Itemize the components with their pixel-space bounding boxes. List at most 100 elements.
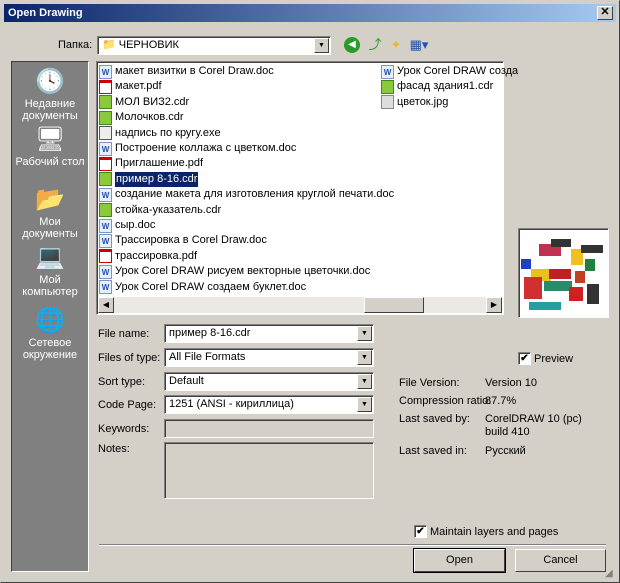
folder-value: ЧЕРНОВИК [118, 39, 179, 51]
folder-select[interactable]: 📁 ЧЕРНОВИК ▼ [97, 36, 331, 55]
chevron-down-icon[interactable]: ▼ [357, 374, 372, 389]
place-label: Недавние документы [22, 98, 78, 122]
cdr-file-icon [99, 110, 112, 125]
cdr-file-icon [99, 172, 112, 187]
file-item[interactable]: Wсоздание макета для изготовления кругло… [99, 187, 394, 202]
file-item[interactable]: W Построение коллажа с цветком.doc [99, 141, 296, 156]
file-name: макет визитки в Corel Draw.doc [115, 65, 274, 77]
scroll-thumb[interactable] [364, 297, 424, 313]
chevron-down-icon[interactable]: ▼ [314, 38, 329, 53]
file-name: пример 8-16.cdr [115, 171, 199, 187]
chevron-down-icon[interactable]: ▼ [357, 326, 372, 341]
doc-file-icon: W [381, 64, 394, 79]
file-item[interactable]: надпись по кругу.exe [99, 126, 221, 141]
file-item[interactable]: макет.pdf [99, 79, 162, 94]
file-name: Приглашение.pdf [115, 157, 204, 170]
place-1[interactable]: 🖥 Рабочий стол [12, 126, 88, 168]
title-bar: Open Drawing ✕ [4, 4, 616, 22]
file-item[interactable]: МОЛ ВИЗ2.cdr [99, 95, 189, 110]
last-saved-in-label: Last saved in: [399, 445, 467, 457]
file-name: Молочков.cdr [115, 111, 184, 124]
place-icon: 🖥 [35, 126, 66, 153]
file-name: фасад здания1.cdr [397, 80, 494, 93]
place-label: Сетевое окружение [22, 337, 78, 361]
file-item[interactable]: W Урок Corel DRAW создаем буклет.doc [99, 280, 306, 295]
file-name: Урок Corel DRAW создаем буклет.doc [115, 280, 307, 293]
compression-ratio-value: 87.7% [485, 395, 517, 407]
chevron-down-icon[interactable]: ▼ [357, 397, 372, 412]
place-4[interactable]: 🌐 Сетевое окружение [12, 307, 88, 361]
file-name: Урок Corel DRAW рисуем векторные цветочк… [115, 265, 371, 278]
preview-checkbox[interactable]: ✔ [518, 352, 531, 365]
last-saved-in-value: Русский [485, 445, 526, 457]
file-item[interactable]: Приглашение.pdf [99, 156, 203, 171]
compression-ratio-label: Compression ratio: [399, 395, 492, 407]
pdf-file-icon [99, 249, 112, 264]
file-name-label: File name: [98, 328, 150, 340]
drawing-preview-image [521, 239, 603, 310]
notes-label: Notes: [98, 443, 130, 455]
maintain-layers-checkbox[interactable]: ✔ [414, 525, 427, 538]
file-item[interactable]: W Урок Corel DRAW созда [381, 64, 518, 79]
file-name: макет.pdf [115, 80, 162, 93]
preview-label[interactable]: Preview [534, 353, 573, 365]
file-item[interactable]: Молочков.cdr [99, 110, 184, 125]
file-name: Построение коллажа с цветком.doc [115, 142, 297, 154]
file-item[interactable]: пример 8-16.cdr [99, 171, 199, 187]
last-saved-by-build: build 410 [485, 426, 530, 438]
cdr-file-icon [99, 95, 112, 110]
file-type-label: Files of type: [98, 352, 161, 364]
scroll-left-button[interactable]: ◀ [98, 297, 114, 313]
file-name-value: пример 8-16.cdr [169, 327, 251, 339]
folder-label: Папка: [58, 39, 93, 51]
open-drawing-dialog: Open Drawing ✕ Папка: 📁 ЧЕРНОВИК ▼ ◀ ⤴ ✦… [0, 0, 620, 583]
close-button[interactable]: ✕ [597, 6, 613, 20]
file-item[interactable]: Wсыр.doc [99, 218, 155, 233]
horizontal-scrollbar[interactable]: ◀ ▶ [98, 297, 502, 313]
cancel-button[interactable]: Cancel [515, 549, 606, 572]
back-icon[interactable]: ◀ [344, 37, 360, 53]
file-type-select[interactable]: All File Formats ▼ [164, 348, 374, 367]
up-folder-icon[interactable]: ⤴ [367, 37, 383, 53]
sort-type-value: Default [169, 375, 204, 387]
new-folder-icon[interactable]: ✦ [388, 37, 404, 53]
doc-file-icon: W [99, 64, 112, 79]
file-name: Трассировка в Corel Draw.doc [115, 234, 267, 247]
scroll-right-button[interactable]: ▶ [486, 297, 502, 313]
place-0[interactable]: 🕓 Недавние документы [12, 68, 88, 122]
sort-type-select[interactable]: Default ▼ [164, 372, 374, 391]
file-item[interactable]: W Трассировка в Corel Draw.doc [99, 233, 267, 248]
doc-file-icon: W [99, 233, 112, 248]
cdr-file-icon [381, 79, 394, 94]
separator [99, 544, 606, 546]
keywords-field [164, 419, 374, 438]
doc-file-icon: W [99, 187, 112, 202]
resize-grip-icon[interactable]: ◢ [605, 568, 617, 580]
view-menu-icon[interactable]: ▦▾ [408, 37, 430, 53]
file-name-field[interactable]: пример 8-16.cdr ▼ [164, 324, 374, 343]
maintain-layers-label[interactable]: Maintain layers and pages [430, 526, 558, 538]
code-page-label: Code Page: [98, 399, 157, 411]
file-item[interactable]: трассировка.pdf [99, 249, 197, 264]
file-item[interactable]: стойка-указатель.cdr [99, 203, 221, 218]
file-name: цветок.jpg [397, 95, 449, 108]
file-name: Урок Corel DRAW созда [397, 65, 519, 77]
pdf-file-icon [99, 79, 112, 94]
code-page-select[interactable]: 1251 (ANSI - кириллица) ▼ [164, 395, 374, 414]
file-item[interactable]: Wмакет визитки в Corel Draw.doc [99, 64, 274, 79]
file-version-label: File Version: [399, 377, 460, 389]
notes-field [164, 442, 374, 499]
place-3[interactable]: 💻 Мой компьютер [12, 244, 88, 298]
open-button[interactable]: Open [413, 548, 506, 573]
place-icon: 📂 [35, 186, 65, 213]
file-item[interactable]: цветок.jpg [381, 95, 448, 110]
exe-file-icon [99, 126, 112, 141]
chevron-down-icon[interactable]: ▼ [357, 350, 372, 365]
place-icon: 🕓 [35, 68, 65, 95]
file-item[interactable]: фасад здания1.cdr [381, 79, 493, 94]
file-list[interactable]: ◀ ▶ Wмакет визитки в Corel Draw.doc макет… [96, 61, 518, 315]
last-saved-by-label: Last saved by: [399, 413, 470, 425]
file-item[interactable]: W Урок Corel DRAW рисуем векторные цветоч… [99, 264, 370, 279]
place-2[interactable]: 📂 Мои документы [12, 186, 88, 240]
file-name: МОЛ ВИЗ2.cdr [115, 95, 190, 108]
